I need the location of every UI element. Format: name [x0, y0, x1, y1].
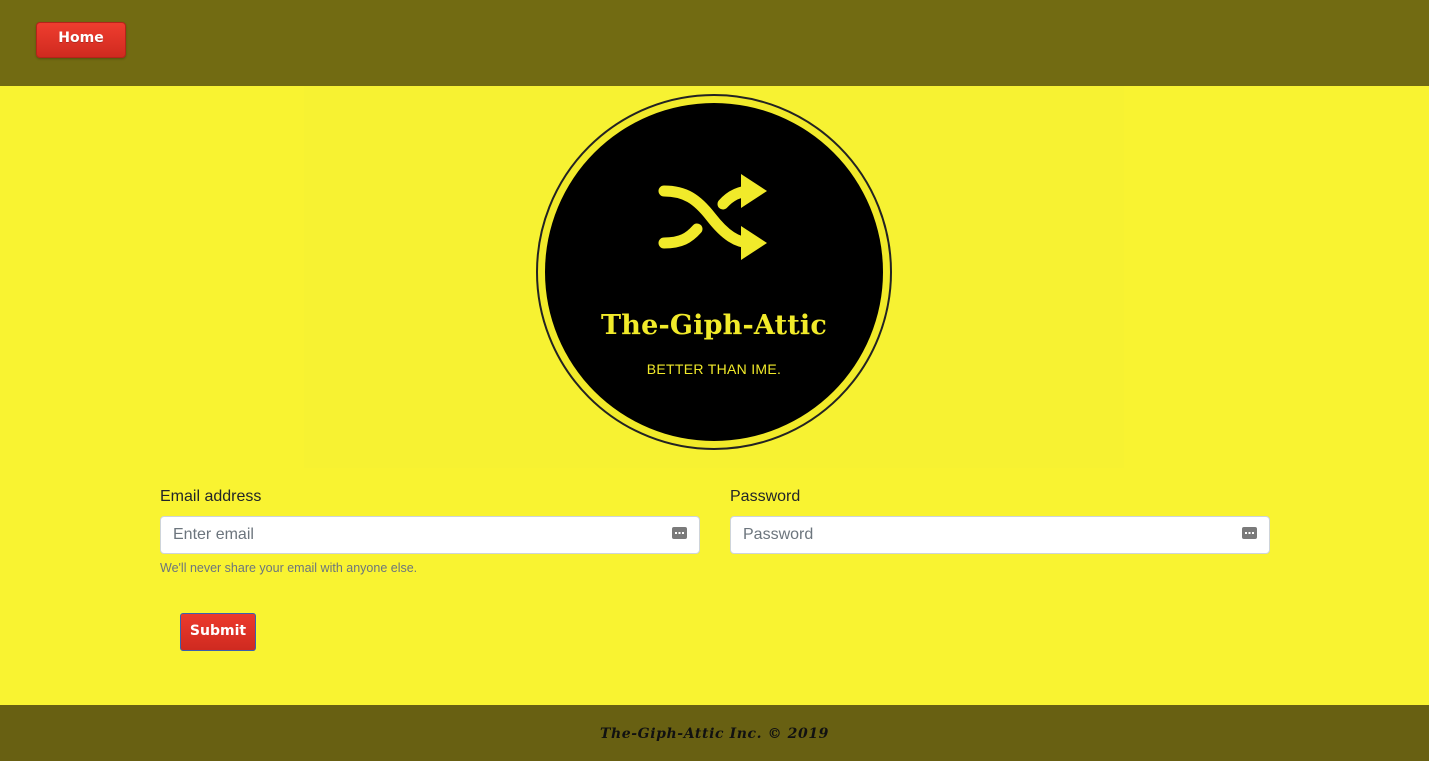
email-help-text: We'll never share your email with anyone… [160, 561, 418, 575]
autofill-keyboard-icon[interactable] [1242, 527, 1257, 539]
autofill-keyboard-icon[interactable] [672, 527, 687, 539]
email-label: Email address [160, 488, 262, 505]
password-label: Password [730, 488, 801, 505]
logo-circle [536, 94, 892, 450]
footer-copyright: The-Giph-Attic Inc. © 2019 [599, 726, 830, 742]
site-logo: The-Giph-Attic BETTER THAN IME. [535, 93, 893, 451]
password-field-wrapper [730, 516, 1270, 554]
top-navbar: Home [0, 0, 1429, 86]
email-field-wrapper [160, 516, 700, 554]
home-button[interactable]: Home [36, 22, 126, 58]
logo-tagline: BETTER THAN IME. [646, 361, 782, 377]
submit-button[interactable]: Submit [180, 613, 256, 651]
footer: The-Giph-Attic Inc. © 2019 [0, 705, 1429, 761]
email-field[interactable] [161, 517, 699, 553]
logo-panel: The-Giph-Attic BETTER THAN IME. [304, 86, 1124, 468]
logo-title: The-Giph-Attic [600, 310, 828, 341]
password-field[interactable] [731, 517, 1269, 553]
